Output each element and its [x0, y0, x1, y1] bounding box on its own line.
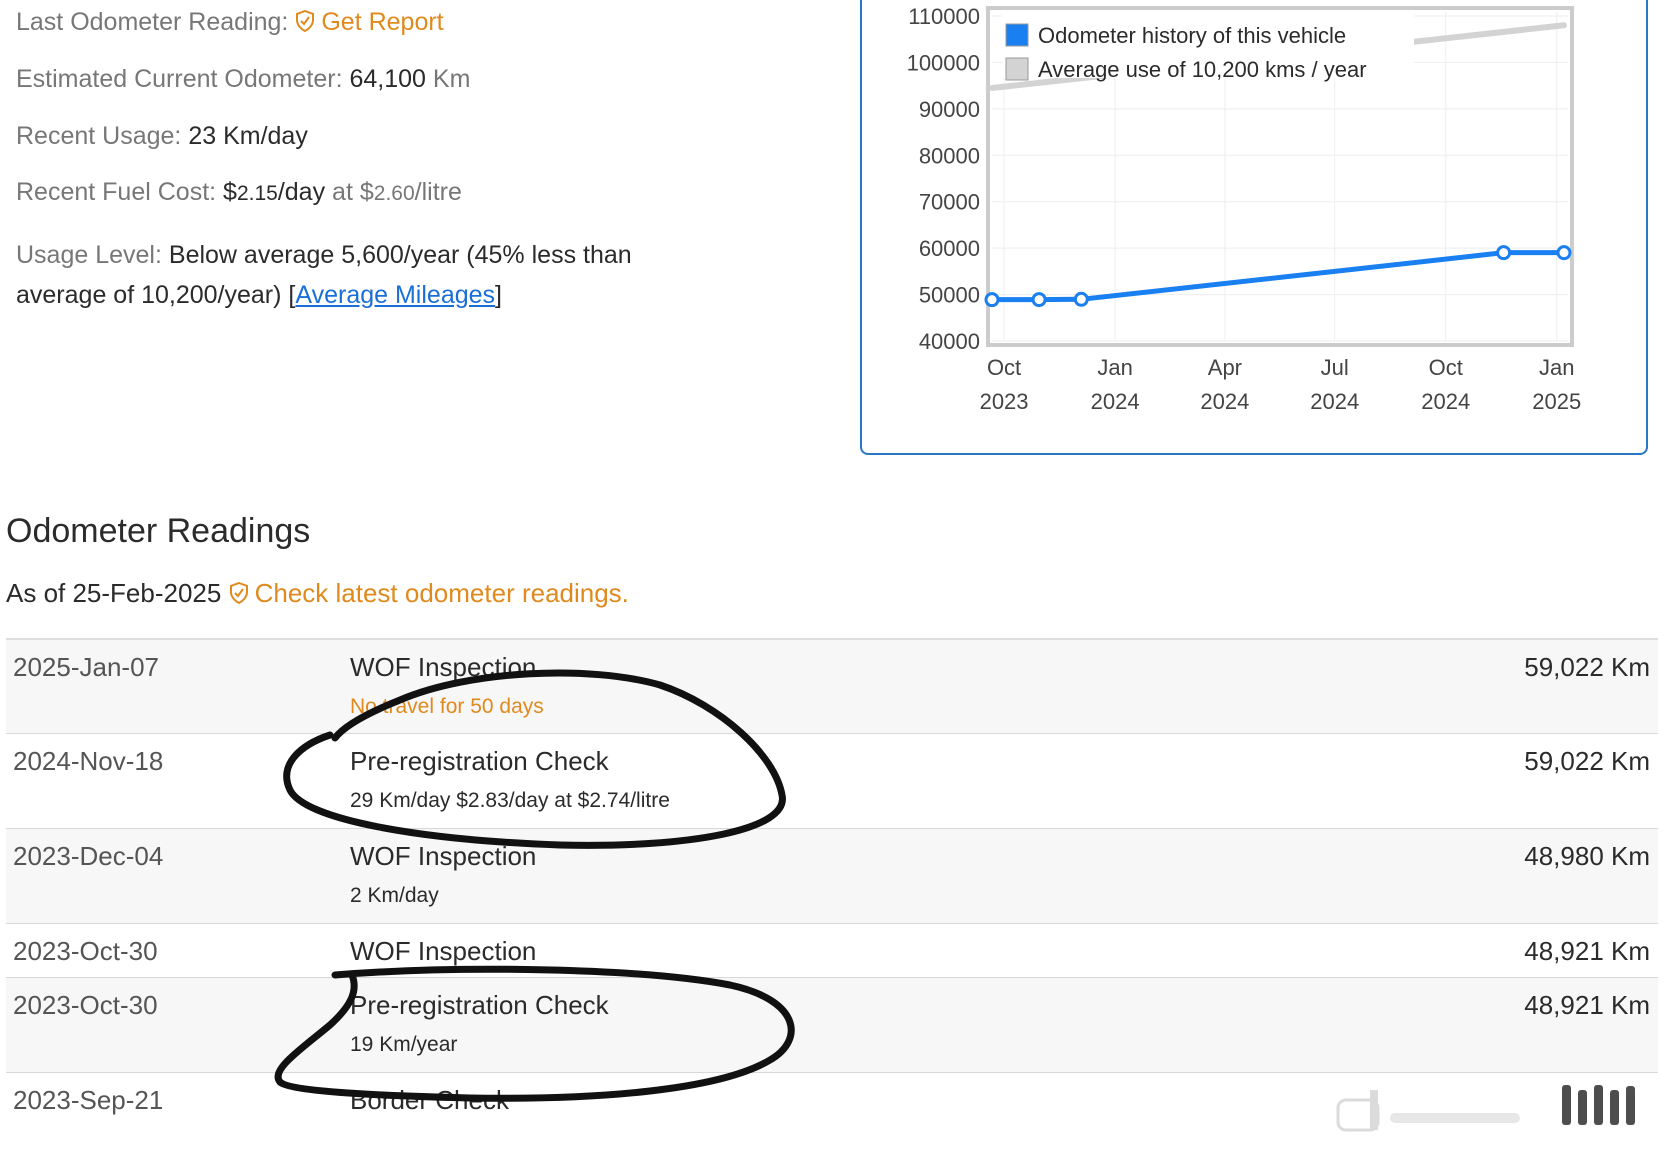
- shield-icon: [296, 10, 315, 32]
- usage-level-value-1: Below average 5,600/year (45% less than: [168, 241, 632, 269]
- series-line: [989, 250, 1567, 303]
- reading-date: 2023-Sep-21: [13, 1085, 164, 1115]
- data-point: [1073, 291, 1089, 307]
- data-point: [1031, 292, 1047, 308]
- check-latest-label[interactable]: Check latest odometer readings.: [255, 578, 629, 608]
- reading-note: No travel for 50 days: [350, 695, 544, 718]
- odometer-readings-table: 2025-Jan-07 WOF Inspection No travel for…: [6, 638, 1658, 1153]
- legend-swatch: [1005, 23, 1029, 47]
- recent-usage-label: Recent Usage:: [16, 122, 182, 150]
- estimated-odometer-line: Estimated Current Odometer: 64,100 Km: [16, 65, 470, 94]
- table-row: 2025-Jan-07 WOF Inspection No travel for…: [6, 640, 1658, 734]
- estimated-odometer-unit: Km: [432, 65, 471, 93]
- recent-fuel-line: Recent Fuel Cost: $2.15/day at $2.60/lit…: [16, 178, 462, 207]
- data-point: [984, 292, 1000, 308]
- y-tick-label: 100000: [907, 50, 980, 75]
- usage-level-value-2: average of 10,200/year): [16, 281, 282, 309]
- get-report-link[interactable]: Get Report: [295, 8, 444, 36]
- x-tick-label: 2023: [980, 389, 1029, 414]
- average-mileages-link[interactable]: Average Mileages: [295, 281, 495, 309]
- reading-date: 2025-Jan-07: [13, 652, 159, 682]
- legend-label: Odometer history of this vehicle: [1038, 23, 1346, 48]
- x-tick-label: Jan: [1539, 355, 1574, 380]
- reading-type: WOF Inspection: [350, 936, 537, 966]
- y-tick-label: 50000: [919, 283, 980, 308]
- reading-km: 59,022 Km: [1524, 652, 1650, 682]
- y-tick-label: 40000: [919, 329, 980, 354]
- legend-swatch: [1005, 57, 1029, 81]
- table-row: 2023-Sep-21 Border Check: [6, 1073, 1658, 1153]
- fuel-price-amount: 2.60: [373, 182, 415, 205]
- table-row: 2024-Nov-18 Pre-registration Check 29 Km…: [6, 734, 1658, 829]
- reading-km: 59,022 Km: [1524, 746, 1650, 776]
- table-row: 2023-Oct-30 WOF Inspection 48,921 Km: [6, 924, 1658, 978]
- fuel-dollar-sign: $: [223, 178, 237, 206]
- x-tick-label: 2024: [1421, 389, 1470, 414]
- x-tick-label: Apr: [1208, 355, 1242, 380]
- reading-type: WOF Inspection: [350, 841, 537, 871]
- reading-km: 48,980 Km: [1524, 841, 1650, 871]
- bracket-close: ]: [495, 281, 502, 309]
- reading-note: 29 Km/day $2.83/day at $2.74/litre: [350, 789, 670, 812]
- x-tick-label: Oct: [987, 355, 1021, 380]
- reading-date: 2023-Dec-04: [13, 841, 164, 871]
- recent-usage-value: 23 Km/day: [188, 122, 308, 150]
- page-title: Odometer Readings: [6, 512, 311, 550]
- y-tick-label: 60000: [919, 236, 980, 261]
- y-tick-label: 80000: [919, 143, 980, 168]
- fuel-at-word: at: [332, 178, 353, 206]
- x-tick-label: 2025: [1532, 389, 1581, 414]
- data-point: [1496, 245, 1512, 261]
- legend-label: Average use of 10,200 kms / year: [1038, 57, 1367, 82]
- check-latest-link[interactable]: Check latest odometer readings.: [229, 578, 629, 608]
- reading-km: 48,921 Km: [1524, 990, 1650, 1020]
- get-report-label[interactable]: Get Report: [321, 8, 443, 36]
- last-odometer-line: Last Odometer Reading: Get Report: [16, 8, 444, 37]
- table-row: 2023-Dec-04 WOF Inspection 2 Km/day 48,9…: [6, 829, 1658, 924]
- odometer-chart: 40000 50000 60000 70000 80000 90000 100000 1100…: [860, 0, 1648, 455]
- as-of-line: As of 25-Feb-2025 Check latest odometer …: [6, 578, 629, 609]
- reading-type: WOF Inspection: [350, 652, 537, 682]
- reading-note: 19 Km/year: [350, 1033, 458, 1056]
- y-tick-label: 90000: [919, 97, 980, 122]
- fuel-price-dollar: $: [359, 178, 374, 206]
- last-odometer-label: Last Odometer Reading:: [16, 8, 289, 36]
- x-tick-label: Oct: [1429, 355, 1463, 380]
- usage-level-line: Usage Level: Below average 5,600/year (4…: [16, 235, 632, 315]
- recent-usage-line: Recent Usage: 23 Km/day: [16, 122, 308, 151]
- reading-km: 48,921 Km: [1524, 936, 1650, 966]
- x-tick-label: 2024: [1091, 389, 1140, 414]
- reading-type: Border Check: [350, 1085, 509, 1115]
- estimated-odometer-label: Estimated Current Odometer:: [16, 65, 343, 93]
- usage-level-label: Usage Level:: [16, 241, 162, 269]
- reading-date: 2023-Oct-30: [13, 990, 158, 1020]
- data-point: [1556, 245, 1572, 261]
- x-tick-label: Jul: [1321, 355, 1349, 380]
- shield-icon: [229, 582, 248, 604]
- reading-type: Pre-registration Check: [350, 746, 609, 776]
- reading-note: 2 Km/day: [350, 884, 439, 907]
- as-of-date: As of 25-Feb-2025: [6, 578, 222, 608]
- x-tick-label: Jan: [1097, 355, 1132, 380]
- estimated-odometer-value: 64,100: [349, 65, 426, 93]
- y-tick-label: 110000: [908, 4, 980, 29]
- reading-date: 2024-Nov-18: [13, 746, 164, 776]
- fuel-cost-amount: 2.15: [236, 182, 278, 205]
- reading-date: 2023-Oct-30: [13, 936, 158, 966]
- table-row: 2023-Oct-30 Pre-registration Check 19 Km…: [6, 978, 1658, 1073]
- fuel-price-unit: /litre: [414, 178, 462, 206]
- reading-type: Pre-registration Check: [350, 990, 609, 1020]
- recent-fuel-label: Recent Fuel Cost:: [16, 178, 217, 206]
- odometer-chart-svg: 40000 50000 60000 70000 80000 90000 100000 1100…: [907, 4, 1582, 414]
- y-tick-label: 70000: [919, 190, 980, 215]
- x-tick-label: 2024: [1200, 389, 1249, 414]
- x-tick-label: 2024: [1310, 389, 1359, 414]
- fuel-cost-per: /day: [277, 178, 326, 206]
